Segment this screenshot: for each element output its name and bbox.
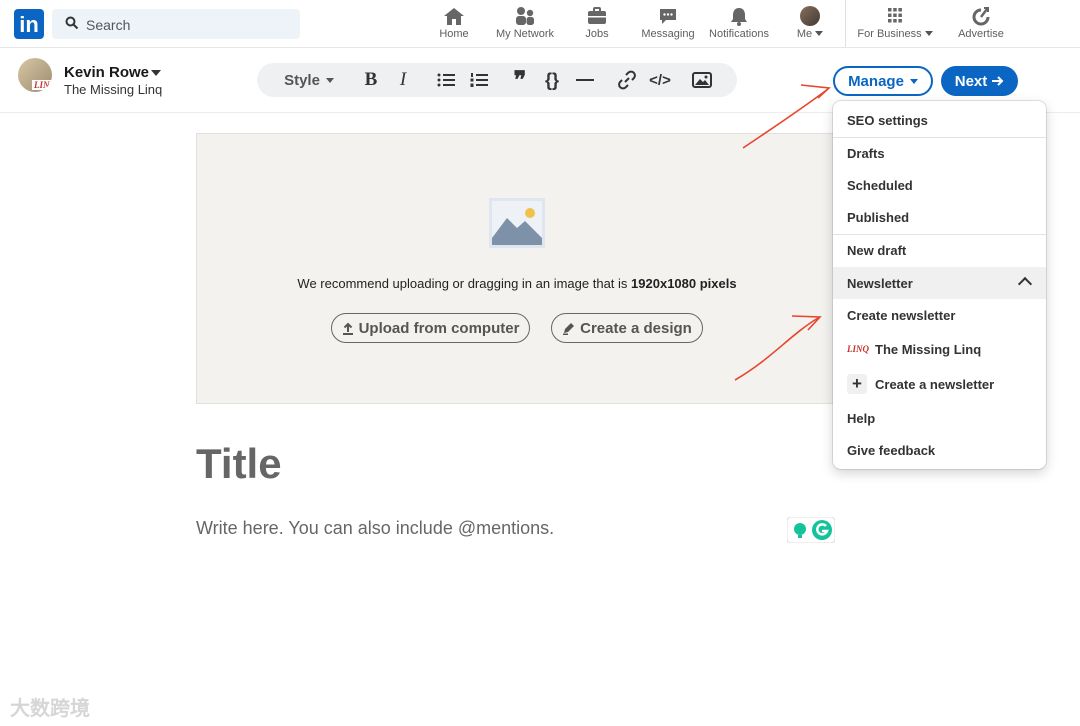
menu-item-label: The Missing Linq: [875, 342, 982, 357]
grammarly-icon[interactable]: [787, 517, 835, 543]
menu-item-label: Published: [847, 210, 910, 225]
chevron-down-icon: [325, 77, 334, 83]
profile-photo: [800, 6, 820, 26]
nav-me-label: Me: [796, 28, 813, 40]
image-placeholder-icon: [489, 198, 545, 248]
manage-label: Manage: [848, 72, 904, 90]
menu-published[interactable]: Published: [833, 202, 1046, 232]
upload-from-computer-button[interactable]: Upload from computer: [331, 313, 530, 343]
title-input[interactable]: Title: [196, 440, 282, 488]
create-a-design-button[interactable]: Create a design: [551, 313, 703, 343]
recommend-size: 1920x1080 pixels: [631, 276, 737, 291]
chevron-down-icon: [909, 78, 918, 84]
nav-divider: [845, 0, 846, 47]
nav-notifications-label: Notifications: [709, 28, 769, 40]
nav-my-network-label: My Network: [495, 28, 555, 40]
menu-create-newsletter[interactable]: Create newsletter: [833, 300, 1046, 330]
nav-me[interactable]: Me: [793, 6, 827, 42]
link-icon[interactable]: [615, 63, 639, 97]
nav-notifications[interactable]: Notifications: [706, 6, 772, 42]
menu-item-label: Help: [847, 411, 876, 426]
menu-help[interactable]: Help: [833, 403, 1046, 433]
body-input[interactable]: Write here. You can also include @mentio…: [196, 518, 554, 539]
author-name[interactable]: Kevin Rowe: [64, 64, 149, 81]
menu-newsletter[interactable]: Newsletter: [833, 267, 1046, 299]
linkedin-logo[interactable]: in: [14, 9, 44, 39]
menu-item-label: Create newsletter: [847, 308, 956, 323]
nav-messaging[interactable]: Messaging: [639, 6, 697, 42]
nav-home-label: Home: [439, 28, 469, 40]
search-box[interactable]: Search: [52, 9, 300, 39]
nav-jobs[interactable]: Jobs: [580, 6, 614, 42]
menu-item-label: Give feedback: [847, 443, 936, 458]
chevron-down-icon: [815, 31, 824, 36]
nav-advertise[interactable]: Advertise: [953, 6, 1009, 42]
italic-icon[interactable]: I: [393, 63, 413, 97]
menu-item-label: Create a newsletter: [875, 377, 995, 392]
author-page: The Missing Linq: [64, 82, 163, 97]
watermark: 大数跨境: [10, 698, 90, 720]
messaging-icon: [660, 9, 676, 24]
divider-icon[interactable]: [573, 63, 597, 97]
menu-the-missing-linq[interactable]: LINQ The Missing Linq: [833, 334, 1046, 364]
grid-icon: [888, 8, 902, 23]
bold-icon[interactable]: B: [359, 63, 383, 97]
next-button[interactable]: Next: [941, 66, 1018, 96]
plus-icon: +: [847, 374, 867, 394]
upload-icon: [342, 322, 353, 335]
upload-label: Upload from computer: [358, 319, 520, 337]
cover-image-dropzone[interactable]: We recommend uploading or dragging in an…: [196, 133, 838, 404]
chevron-down-icon: [924, 31, 933, 36]
design-label: Create a design: [580, 319, 692, 337]
nav-messaging-label: Messaging: [641, 28, 695, 40]
top-navigation: in Search Home My Network Jobs Messaging…: [0, 0, 1080, 48]
menu-item-label: Drafts: [847, 146, 885, 161]
menu-create-a-newsletter[interactable]: + Create a newsletter: [833, 369, 1046, 399]
briefcase-icon: [588, 7, 606, 24]
author-chevron-down-icon[interactable]: [151, 70, 161, 76]
bell-icon: [731, 8, 747, 26]
numbered-list-icon[interactable]: [466, 63, 492, 97]
menu-drafts[interactable]: Drafts: [833, 138, 1046, 168]
manage-button[interactable]: Manage: [833, 66, 933, 96]
menu-new-draft[interactable]: New draft: [833, 235, 1046, 265]
chevron-up-icon: [1017, 276, 1033, 292]
advertise-icon: [972, 7, 990, 26]
embed-code-icon[interactable]: </>: [647, 63, 673, 97]
menu-seo-settings[interactable]: SEO settings: [833, 105, 1046, 135]
style-label: Style: [284, 71, 320, 89]
menu-item-label: Newsletter: [847, 276, 913, 291]
nav-advertise-label: Advertise: [958, 28, 1004, 40]
image-recommendation: We recommend uploading or dragging in an…: [197, 276, 837, 291]
author-avatar[interactable]: LINQ: [18, 58, 52, 92]
style-dropdown[interactable]: Style: [279, 63, 339, 97]
menu-item-label: Scheduled: [847, 178, 913, 193]
nav-for-business-label: For Business: [857, 28, 922, 40]
formatting-toolbar: Style B I ❞ {} </>: [257, 63, 737, 97]
arrow-right-icon: [992, 76, 1004, 86]
nav-my-network[interactable]: My Network: [494, 6, 556, 42]
image-icon[interactable]: [690, 63, 714, 97]
network-icon: [516, 7, 534, 25]
quote-icon[interactable]: ❞: [508, 63, 532, 97]
menu-give-feedback[interactable]: Give feedback: [833, 435, 1046, 465]
linq-logo: LINQ: [32, 80, 52, 90]
manage-dropdown-menu: SEO settings Drafts Scheduled Published …: [833, 101, 1046, 469]
next-label: Next: [954, 72, 988, 90]
menu-item-label: New draft: [847, 243, 907, 258]
nav-jobs-label: Jobs: [585, 28, 609, 40]
menu-item-label: SEO settings: [847, 113, 928, 128]
linq-logo: LINQ: [847, 344, 869, 354]
search-placeholder: Search: [86, 17, 131, 33]
bullet-list-icon[interactable]: [433, 63, 459, 97]
home-icon: [444, 8, 464, 25]
recommend-text: We recommend uploading or dragging in an…: [297, 276, 628, 291]
code-block-icon[interactable]: {}: [540, 63, 564, 97]
menu-scheduled[interactable]: Scheduled: [833, 170, 1046, 200]
search-icon: [65, 16, 79, 30]
nav-home[interactable]: Home: [434, 6, 474, 42]
nav-for-business[interactable]: For Business: [855, 6, 935, 42]
design-pen-icon: [563, 322, 575, 335]
